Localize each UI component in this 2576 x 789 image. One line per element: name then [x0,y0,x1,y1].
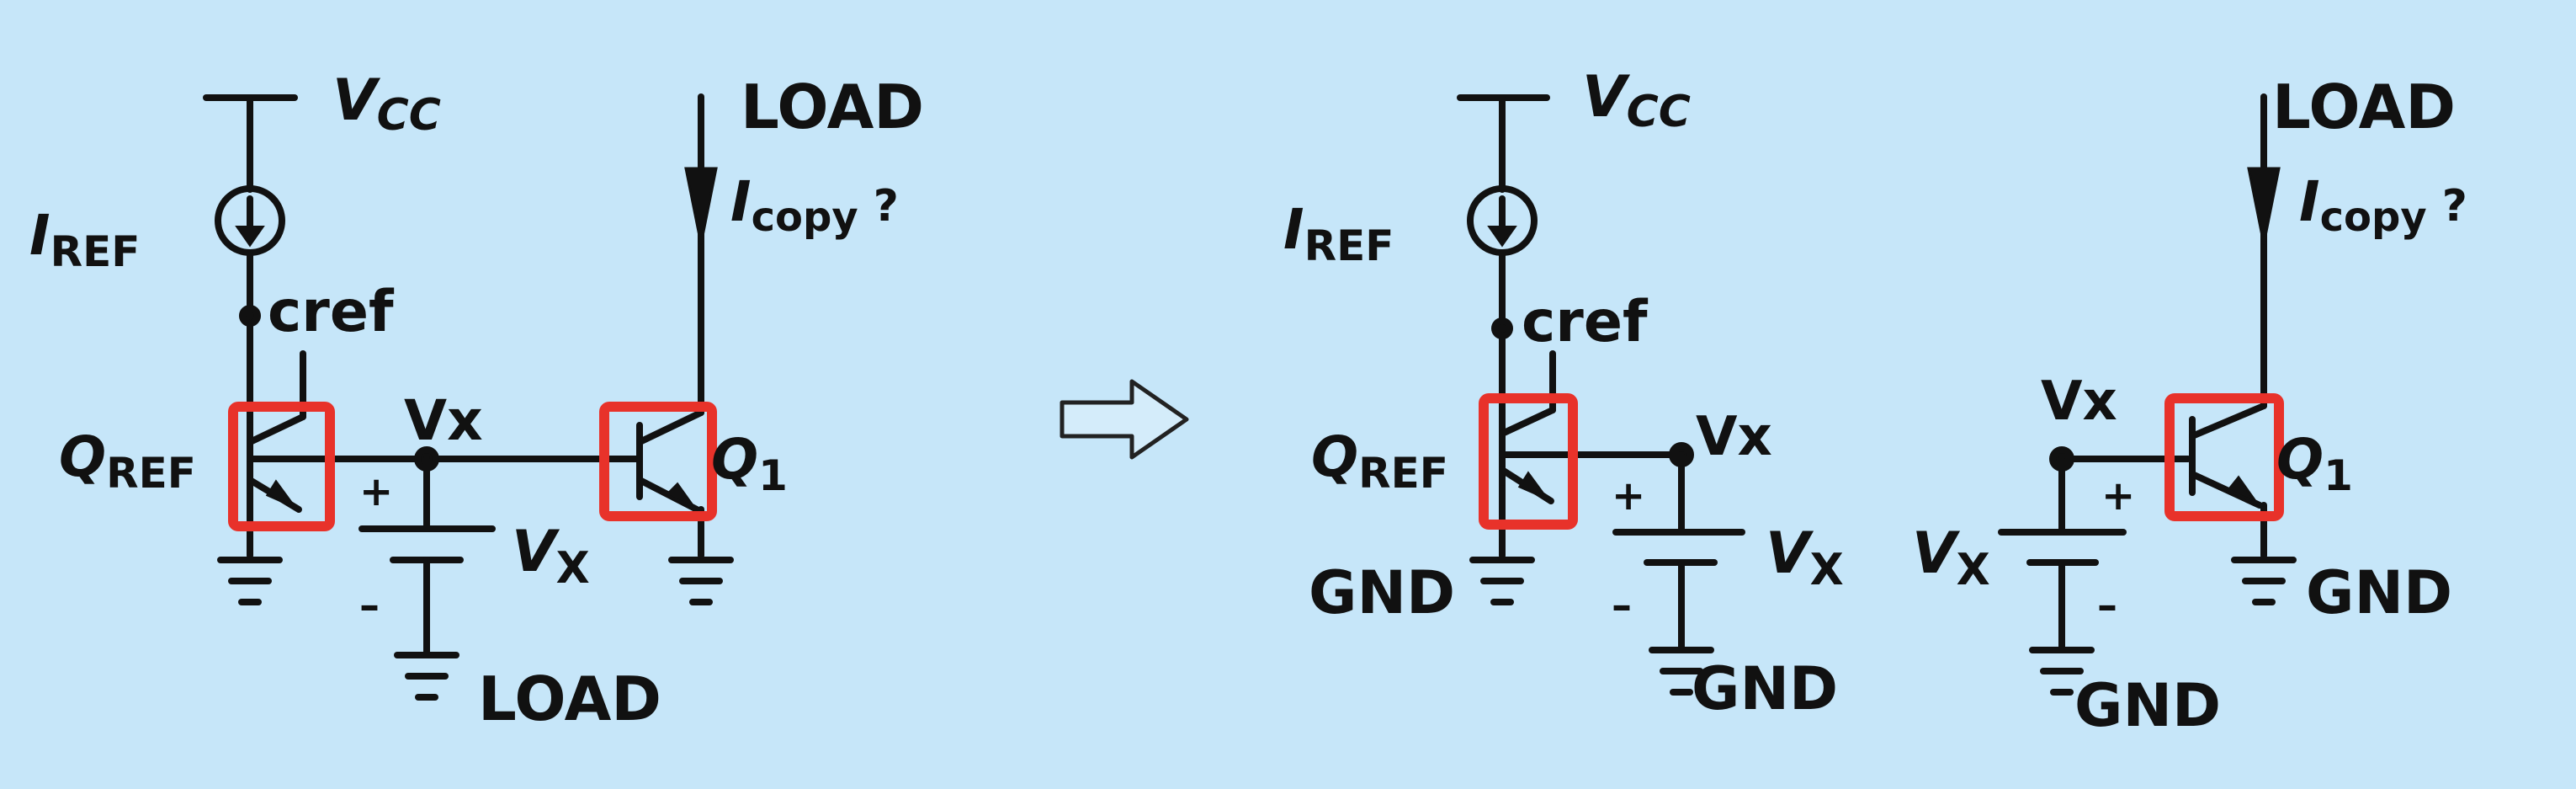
qref-label: QREF [59,424,196,498]
iref-label: IREF [1283,197,1394,270]
vx-node-label: Vx [404,388,483,453]
icopy-arrow [684,167,718,245]
qref-label: QREF [1311,424,1448,498]
gnd-q1-label: GND [2306,558,2452,627]
load-top-label: LOAD [2272,72,2456,142]
qref-highlight-box [1479,393,1578,530]
cref-label: cref [268,279,395,345]
icopy-label: Icopy ? [2299,169,2467,241]
q1-label: Q1 [2276,427,2353,500]
cref-node [1491,317,1513,339]
vcc-label: VCC [1582,64,1691,137]
circuit-diagram: VCC IREF cref QREF Vx + – VX LOAD LOAD I… [29,64,2467,740]
plus-b-label: + [2101,472,2135,520]
gnd-qref-label: GND [1309,558,1455,627]
minus-b-label: – [2097,582,2117,629]
plus-label: + [359,468,393,515]
ground-symbol [217,557,283,605]
vx-node-a-label: Vx [1696,406,1772,468]
vx-source-label: VX [512,519,590,594]
cref-label: cref [1522,289,1649,355]
ground-symbol [668,557,734,605]
plus-a-label: + [1612,472,1645,520]
vx-source-a-label: VX [1766,520,1844,595]
minus-label: – [359,582,380,629]
icopy-label: Icopy ? [730,169,899,241]
cref-node [239,305,261,327]
iref-label: IREF [29,203,140,276]
vx-node-b-label: Vx [2041,371,2117,433]
q1-label: Q1 [711,427,788,500]
vcc-label: VCC [332,67,441,141]
hollow-right-arrow-icon [1060,379,1189,460]
ground-symbol [2231,557,2297,605]
gnd-source-b-label: GND [2074,671,2221,740]
right-circuit [1457,93,2297,696]
diagram-canvas: VCC IREF cref QREF Vx + – VX LOAD LOAD I… [0,0,2576,785]
vx-source-b-label: VX [1912,520,1990,595]
load-bottom-label: LOAD [478,664,661,734]
gnd-source-a-label: GND [1692,654,1838,723]
load-top-label: LOAD [741,72,924,142]
minus-a-label: – [1612,582,1632,629]
icopy-arrow [2247,167,2281,245]
ground-symbol [394,652,459,701]
ground-symbol [1469,557,1535,605]
